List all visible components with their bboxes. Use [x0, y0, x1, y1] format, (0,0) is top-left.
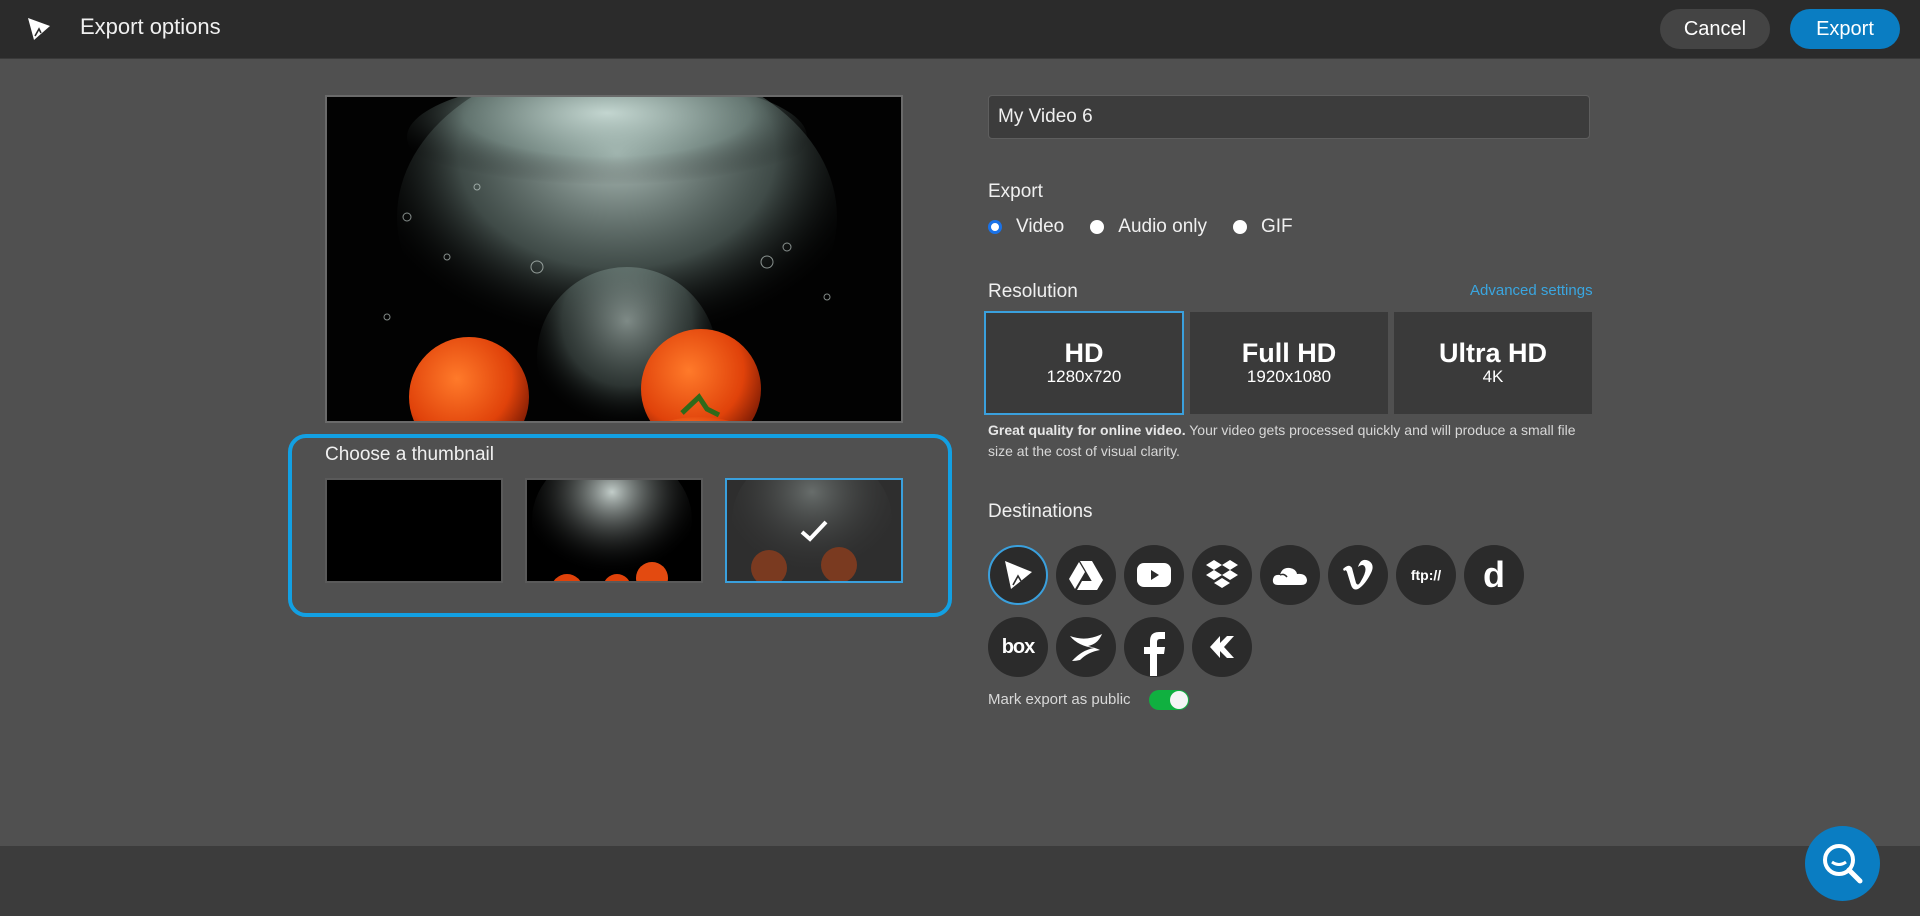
resolution-description: Great quality for online video. Your vid…	[988, 422, 1576, 459]
resolution-option-ultra-hd[interactable]: Ultra HD 4K	[1394, 312, 1592, 414]
destination-box[interactable]: box	[988, 617, 1048, 677]
resolution-option-full-hd[interactable]: Full HD 1920x1080	[1190, 312, 1388, 414]
dailymotion-icon: d	[1483, 554, 1505, 595]
radio-button[interactable]	[1233, 220, 1247, 234]
thumbnail-option-1[interactable]	[325, 478, 503, 583]
thumbnail-title: Choose a thumbnail	[325, 444, 494, 465]
destinations-label: Destinations	[988, 501, 1093, 522]
thumbnail-option-3[interactable]	[725, 478, 903, 583]
cancel-button[interactable]: Cancel	[1660, 9, 1770, 49]
export-type-radio-group: Video Audio only GIF	[988, 214, 1319, 240]
wevideo-icon	[1005, 561, 1032, 589]
destination-rewind[interactable]	[1192, 617, 1252, 677]
page-title: Export options	[80, 14, 221, 39]
radio-video[interactable]: Video	[988, 216, 1064, 238]
youtube-icon	[1137, 563, 1171, 587]
vimeo-icon	[1343, 559, 1373, 590]
radio-button[interactable]	[1090, 220, 1105, 234]
top-bar: Export options Cancel Export	[0, 0, 1920, 59]
destination-dropbox[interactable]	[1192, 545, 1252, 605]
help-search-button[interactable]	[1805, 826, 1880, 901]
dropbox-icon	[1206, 560, 1238, 588]
footer-bar	[0, 846, 1920, 916]
public-toggle-label: Mark export as public	[988, 691, 1131, 708]
box-icon: box	[1001, 635, 1036, 658]
selected-check-icon	[727, 480, 901, 581]
thumbnail-image	[527, 480, 701, 581]
destination-dailymotion[interactable]: d	[1464, 545, 1524, 605]
destination-ftp[interactable]: ftp://	[1396, 545, 1456, 605]
destination-youtube[interactable]	[1124, 545, 1184, 605]
resolution-label: Resolution	[988, 281, 1078, 302]
ftp-icon: ftp://	[1410, 567, 1442, 583]
thumbnail-image	[327, 480, 501, 581]
facebook-icon	[1144, 632, 1165, 676]
preview-image	[327, 97, 901, 421]
advanced-settings-link[interactable]: Advanced settings	[1470, 282, 1593, 299]
destination-google-drive[interactable]	[1056, 545, 1116, 605]
toggle-knob	[1170, 691, 1188, 709]
destination-facebook[interactable]	[1124, 617, 1184, 677]
destination-screencast[interactable]	[1056, 617, 1116, 677]
destination-wevideo[interactable]	[988, 545, 1048, 605]
radio-button[interactable]	[988, 220, 1002, 234]
app-logo-icon	[28, 18, 50, 40]
onedrive-icon	[1272, 567, 1307, 585]
resolution-option-hd[interactable]: HD 1280x720	[984, 311, 1184, 415]
export-button[interactable]: Export	[1790, 9, 1900, 49]
destination-vimeo[interactable]	[1328, 545, 1388, 605]
video-name-input[interactable]	[988, 95, 1590, 139]
radio-audio-only[interactable]: Audio only	[1090, 216, 1207, 238]
thumbnail-option-2[interactable]	[525, 478, 703, 583]
public-toggle[interactable]	[1149, 690, 1189, 710]
export-type-label: Export	[988, 181, 1043, 202]
destination-onedrive[interactable]	[1260, 545, 1320, 605]
radio-gif[interactable]: GIF	[1233, 216, 1293, 238]
google-drive-icon	[1069, 561, 1103, 590]
rewind-icon	[1210, 636, 1234, 658]
video-preview	[325, 95, 903, 423]
search-help-icon	[1822, 843, 1862, 883]
screencast-icon	[1070, 634, 1102, 661]
